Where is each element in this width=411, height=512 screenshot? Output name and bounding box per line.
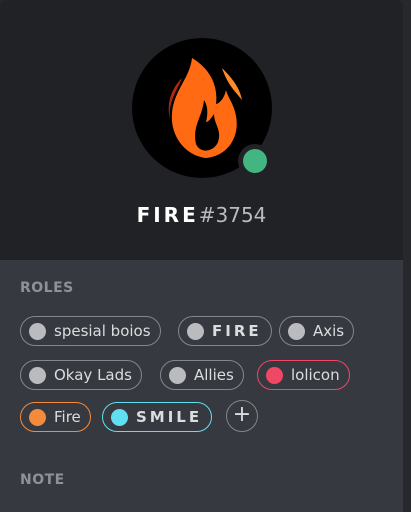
role-label: Allies bbox=[194, 366, 234, 384]
role-label: Fire bbox=[54, 408, 81, 426]
role-pill[interactable]: Allies bbox=[160, 360, 244, 390]
role-label: Okay Lads bbox=[54, 366, 132, 384]
role-color-icon bbox=[29, 322, 46, 340]
role-pill[interactable]: Fire bbox=[20, 402, 91, 432]
role-color-icon bbox=[187, 322, 204, 340]
role-color-icon bbox=[29, 408, 46, 426]
role-pill[interactable]: lolicon bbox=[257, 360, 350, 390]
role-pill[interactable]: FIRE bbox=[178, 316, 272, 346]
add-role-button[interactable]: + bbox=[226, 400, 258, 432]
role-color-icon bbox=[169, 366, 186, 384]
role-color-icon bbox=[266, 366, 283, 384]
role-pill[interactable]: Okay Lads bbox=[20, 360, 142, 390]
online-status-icon bbox=[243, 149, 267, 173]
role-label: FIRE bbox=[212, 322, 262, 340]
role-pill[interactable]: SMILE bbox=[102, 402, 213, 432]
roles-section-title: ROLES bbox=[20, 280, 74, 296]
note-section-title: NOTE bbox=[20, 472, 65, 488]
username: FIRE bbox=[136, 203, 199, 227]
username-tag: FIRE#3754 bbox=[0, 202, 403, 228]
role-label: SMILE bbox=[136, 408, 203, 426]
profile-header: FIRE#3754 bbox=[0, 0, 403, 260]
user-profile-popout: FIRE#3754 ROLES spesial boios FIRE Axis … bbox=[0, 0, 403, 512]
role-color-icon bbox=[288, 322, 305, 340]
status-indicator bbox=[238, 144, 272, 178]
role-label: Axis bbox=[313, 322, 345, 340]
role-pill[interactable]: Axis bbox=[279, 316, 355, 346]
role-pill[interactable]: spesial boios bbox=[20, 316, 161, 346]
role-color-icon bbox=[29, 366, 46, 384]
role-label: spesial boios bbox=[54, 322, 151, 340]
role-label: lolicon bbox=[291, 366, 340, 384]
role-color-icon bbox=[111, 408, 128, 426]
discriminator: #3754 bbox=[198, 203, 267, 227]
